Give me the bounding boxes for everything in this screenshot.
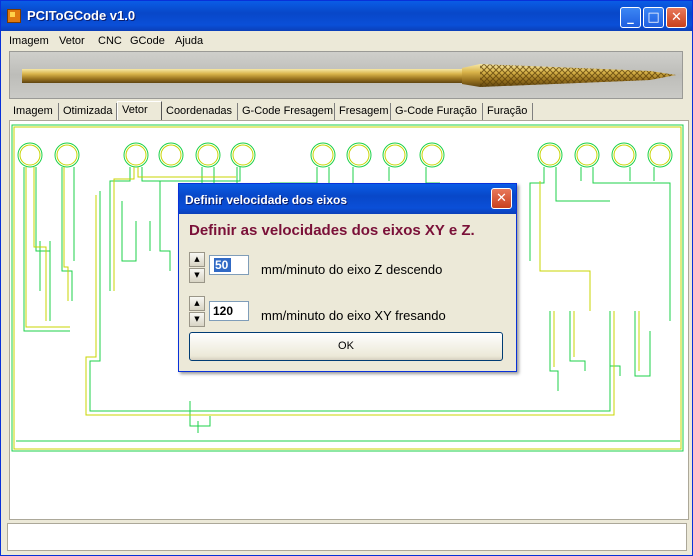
close-button[interactable]: ✕ xyxy=(666,7,687,28)
z-speed-value: 50 xyxy=(215,258,229,272)
title-bar[interactable]: PCIToGCode v1.0 _ □ ✕ xyxy=(1,1,692,31)
tab-fresagem[interactable]: Fresagem xyxy=(335,103,391,120)
xy-speed-up-icon[interactable]: ▲ xyxy=(189,296,205,311)
z-speed-down-icon[interactable]: ▼ xyxy=(189,268,205,283)
ok-button[interactable]: OK xyxy=(189,332,503,361)
maximize-button[interactable]: □ xyxy=(643,7,664,28)
z-speed-stepper: ▲ ▼ xyxy=(189,252,205,284)
xy-speed-down-icon[interactable]: ▼ xyxy=(189,312,205,327)
xy-speed-label: mm/minuto do eixo XY fresando xyxy=(261,308,446,323)
tab-gcode-furacao[interactable]: G-Code Furação xyxy=(391,103,483,120)
menu-ajuda[interactable]: Ajuda xyxy=(175,35,203,47)
app-icon xyxy=(7,9,21,23)
banner-image xyxy=(9,51,683,99)
z-speed-label: mm/minuto do eixo Z descendo xyxy=(261,262,443,277)
dialog-close-button[interactable]: ✕ xyxy=(491,188,512,209)
menu-vetor[interactable]: Vetor xyxy=(59,35,85,47)
menu-gcode[interactable]: GCode xyxy=(130,35,165,47)
menu-imagem[interactable]: Imagem xyxy=(9,35,49,47)
tab-otimizada[interactable]: Otimizada xyxy=(59,103,117,120)
z-speed-up-icon[interactable]: ▲ xyxy=(189,252,205,267)
end-mill-icon xyxy=(22,64,676,87)
menu-cnc[interactable]: CNC xyxy=(98,35,122,47)
window-title: PCIToGCode v1.0 xyxy=(27,8,136,23)
tab-vetor[interactable]: Vetor xyxy=(117,101,162,121)
tab-furacao[interactable]: Furação xyxy=(483,103,533,120)
status-bar xyxy=(7,523,687,551)
dialog-heading: Definir as velocidades dos eixos XY e Z. xyxy=(189,222,475,239)
xy-speed-input[interactable] xyxy=(209,301,249,321)
dialog-title-bar[interactable]: Definir velocidade dos eixos ✕ xyxy=(179,184,516,214)
app-window: PCIToGCode v1.0 _ □ ✕ Imagem Vetor CNC G… xyxy=(0,0,693,556)
tab-gcode-fresagem[interactable]: G-Code Fresagem xyxy=(238,103,335,120)
dialog-title: Definir velocidade dos eixos xyxy=(185,193,348,207)
menu-bar: Imagem Vetor CNC GCode Ajuda xyxy=(1,32,692,51)
speed-dialog: Definir velocidade dos eixos ✕ Definir a… xyxy=(178,183,517,372)
tab-coordenadas[interactable]: Coordenadas xyxy=(162,103,238,120)
xy-speed-stepper: ▲ ▼ xyxy=(189,296,205,328)
tab-imagem[interactable]: Imagem xyxy=(9,103,59,120)
minimize-button[interactable]: _ xyxy=(620,7,641,28)
